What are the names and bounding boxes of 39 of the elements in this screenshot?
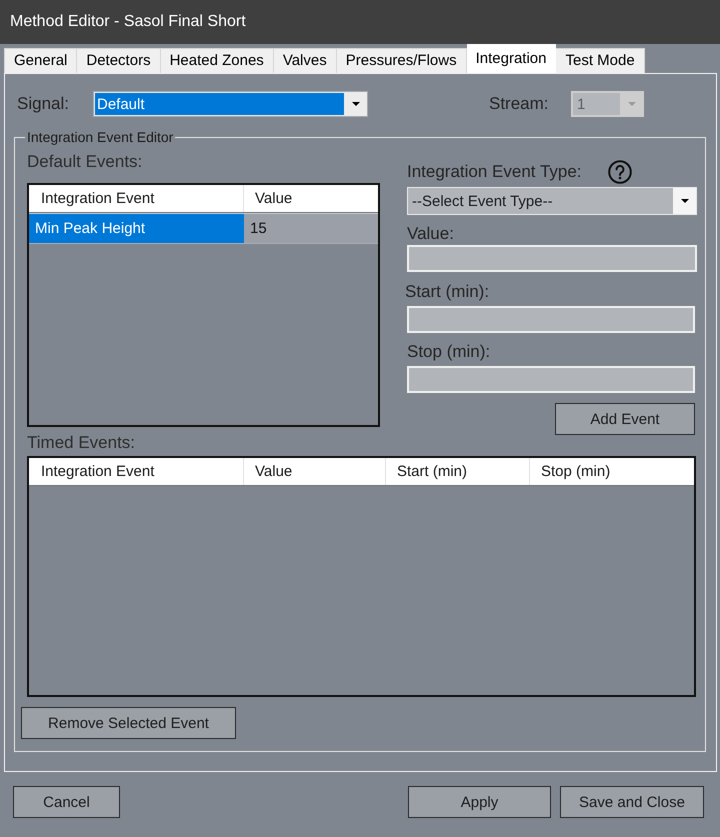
caret-icon: [352, 102, 360, 106]
table-cell[interactable]: Min Peak Height: [29, 214, 244, 243]
apply-button[interactable]: Apply: [408, 786, 551, 818]
text-input-field[interactable]: [407, 306, 695, 333]
column-header[interactable]: Integration Event: [29, 458, 244, 485]
column-header[interactable]: Stop (min): [530, 458, 694, 485]
stream-label: Stream:: [489, 94, 550, 114]
column-header[interactable]: Value: [244, 185, 378, 212]
add-event-button[interactable]: Add Event: [555, 403, 695, 435]
tab[interactable]: Test Mode: [556, 48, 645, 73]
tab[interactable]: General: [4, 48, 78, 73]
default-events-label: Default Events:: [27, 152, 144, 172]
help-icon[interactable]: [608, 160, 632, 184]
event-type-label: Integration Event Type:: [407, 162, 582, 182]
remove-selected-event-button[interactable]: Remove Selected Event: [21, 707, 236, 739]
caret-icon: [628, 102, 636, 106]
event-type-dropdown[interactable]: --Select Event Type--: [407, 187, 697, 215]
tab[interactable]: Heated Zones: [160, 48, 274, 73]
table-cell[interactable]: 15: [244, 214, 378, 243]
field-label: Stop (min):: [407, 342, 492, 362]
tab[interactable]: Detectors: [77, 48, 161, 73]
group-title: Integration Event Editor: [26, 129, 174, 145]
tab[interactable]: Pressures/Flows: [336, 48, 467, 73]
cancel-button[interactable]: Cancel: [13, 786, 120, 818]
field-label: Value:: [407, 224, 455, 244]
text-input-field[interactable]: [407, 366, 695, 393]
column-header[interactable]: Value: [244, 458, 386, 485]
column-header[interactable]: Start (min): [386, 458, 530, 485]
caret-icon: [680, 199, 688, 203]
text-input-field[interactable]: [407, 245, 697, 272]
tab[interactable]: Integration: [466, 44, 556, 73]
window-title: Method Editor - Sasol Final Short: [10, 13, 246, 31]
tab[interactable]: Valves: [274, 48, 337, 73]
signal-dropdown[interactable]: Default: [93, 91, 368, 117]
column-header[interactable]: Integration Event: [29, 185, 244, 212]
save-and-close-button[interactable]: Save and Close: [560, 786, 704, 818]
timed-events-label: Timed Events:: [27, 433, 136, 453]
field-label: Start (min):: [405, 282, 490, 302]
signal-label: Signal:: [17, 94, 70, 114]
